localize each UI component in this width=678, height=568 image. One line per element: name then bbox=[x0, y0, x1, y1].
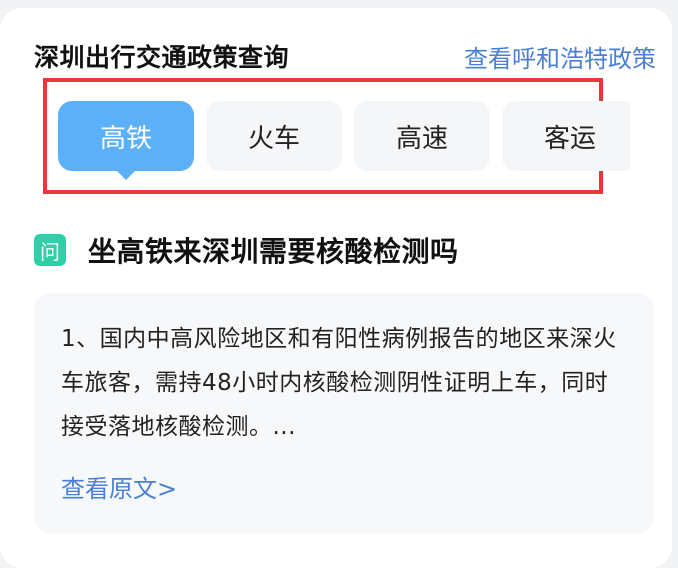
tab-train[interactable]: 火车 bbox=[206, 101, 342, 171]
answer-text: 1、国内中高风险地区和有阳性病例报告的地区来深火车旅客，需持48小时内核酸检测阴… bbox=[61, 326, 617, 440]
transport-tabs: 高铁 火车 高速 客运 bbox=[58, 101, 630, 181]
question-icon: 问 bbox=[34, 234, 66, 266]
tab-high-speed-rail[interactable]: 高铁 bbox=[58, 101, 194, 180]
question-text: 坐高铁来深圳需要核酸检测吗 bbox=[88, 235, 459, 268]
faq-answer: 1、国内中高风险地区和有阳性病例报告的地区来深火车旅客，需持48小时内核酸检测阴… bbox=[35, 293, 653, 533]
faq-question: 问 坐高铁来深圳需要核酸检测吗 bbox=[34, 232, 459, 268]
page-title: 深圳出行交通政策查询 bbox=[34, 43, 290, 72]
tab-coach[interactable]: 客运 bbox=[502, 101, 630, 171]
view-original-link[interactable]: 查看原文> bbox=[61, 469, 627, 504]
tab-highway[interactable]: 高速 bbox=[354, 101, 490, 171]
view-hohhot-policy-link[interactable]: 查看呼和浩特政策 bbox=[464, 39, 656, 74]
card-header: 深圳出行交通政策查询 查看呼和浩特政策 bbox=[34, 38, 656, 74]
